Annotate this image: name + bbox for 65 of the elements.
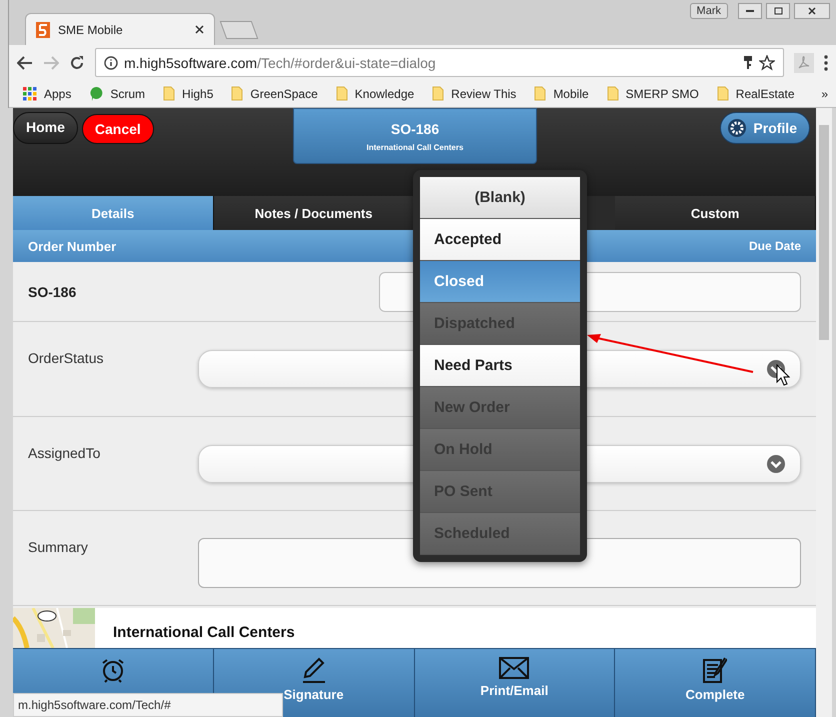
- bookmark-link[interactable]: Mobile: [553, 86, 589, 100]
- field-label: Summary: [28, 539, 89, 558]
- reload-icon[interactable]: [69, 54, 85, 70]
- apps-icon: [23, 86, 37, 100]
- column-label: Order Number: [28, 238, 116, 254]
- menu-option[interactable]: Accepted: [420, 219, 580, 261]
- chevron-down-icon: [766, 454, 786, 474]
- browser-tab[interactable]: SME Mobile: [25, 13, 215, 45]
- alarm-clock-icon: [100, 656, 126, 683]
- document-pen-icon: [703, 656, 728, 683]
- folder-icon: [534, 86, 546, 101]
- field-label: AssignedTo: [28, 444, 102, 463]
- customer-subtitle: International Call Centers: [366, 142, 464, 152]
- cancel-button[interactable]: Cancel: [82, 114, 154, 144]
- speech-bubble-icon: [89, 86, 104, 102]
- folder-icon: [432, 86, 444, 101]
- order-number: SO-186: [28, 284, 76, 300]
- bookmark-link[interactable]: GreenSpace: [250, 86, 318, 100]
- menu-icon[interactable]: [824, 54, 828, 70]
- bookmark-link[interactable]: Apps: [44, 86, 72, 100]
- settings-icon: [727, 118, 748, 138]
- folder-icon: [231, 86, 244, 101]
- url-tooltip: m.high5software.com/Tech/#: [13, 693, 283, 717]
- maximize-icon: [774, 7, 782, 15]
- order-title: SO-186: [390, 120, 440, 136]
- field-label: OrderStatus: [28, 350, 104, 368]
- folder-icon: [336, 86, 348, 101]
- close-button[interactable]: [794, 3, 830, 19]
- mouse-cursor-icon: [776, 364, 790, 386]
- pdf-extension-icon[interactable]: [794, 52, 814, 72]
- profile-button[interactable]: Profile: [720, 112, 810, 144]
- scrollbar-thumb[interactable]: [819, 125, 829, 340]
- user-button[interactable]: Mark: [690, 3, 728, 19]
- folder-icon: [163, 86, 176, 101]
- pen-icon: [300, 656, 327, 683]
- menu-option[interactable]: (Blank): [420, 177, 580, 219]
- minimize-icon: [746, 10, 754, 12]
- bookmark-link[interactable]: Knowledge: [354, 86, 414, 100]
- menu-option[interactable]: Need Parts: [420, 345, 580, 387]
- column-label: Due Date: [748, 239, 801, 254]
- maximize-button[interactable]: [766, 3, 790, 19]
- bookmark-link[interactable]: Scrum: [110, 86, 146, 100]
- bookmark-link[interactable]: High5: [182, 86, 214, 100]
- location-title: International Call Centers: [113, 624, 295, 641]
- bookmark-link[interactable]: SMERP SMO: [626, 86, 699, 100]
- folder-icon: [606, 86, 619, 101]
- address-bar[interactable]: m.high5software.com/Tech/#order&ui-state=dialog: [95, 48, 784, 77]
- key-icon[interactable]: [743, 55, 753, 70]
- folder-icon: [716, 86, 729, 101]
- envelope-icon: [499, 656, 530, 679]
- tab[interactable]: Notes / Documents: [214, 196, 414, 230]
- tab[interactable]: Custom: [615, 196, 816, 230]
- bookmark-link[interactable]: Review This: [451, 86, 516, 100]
- star-icon[interactable]: [759, 54, 775, 70]
- bookmarks-overflow-button[interactable]: »: [821, 86, 828, 100]
- app-logo-icon: [36, 22, 50, 38]
- info-icon: [104, 56, 118, 70]
- footer-button[interactable]: Print/Email: [414, 648, 616, 717]
- close-icon[interactable]: [195, 25, 204, 34]
- home-button[interactable]: Home: [13, 112, 78, 144]
- tab-title: SME Mobile: [58, 22, 124, 36]
- minimize-button[interactable]: [738, 3, 762, 19]
- back-icon[interactable]: [17, 56, 33, 70]
- close-icon: [808, 7, 816, 15]
- bookmark-link[interactable]: RealEstate: [736, 86, 794, 100]
